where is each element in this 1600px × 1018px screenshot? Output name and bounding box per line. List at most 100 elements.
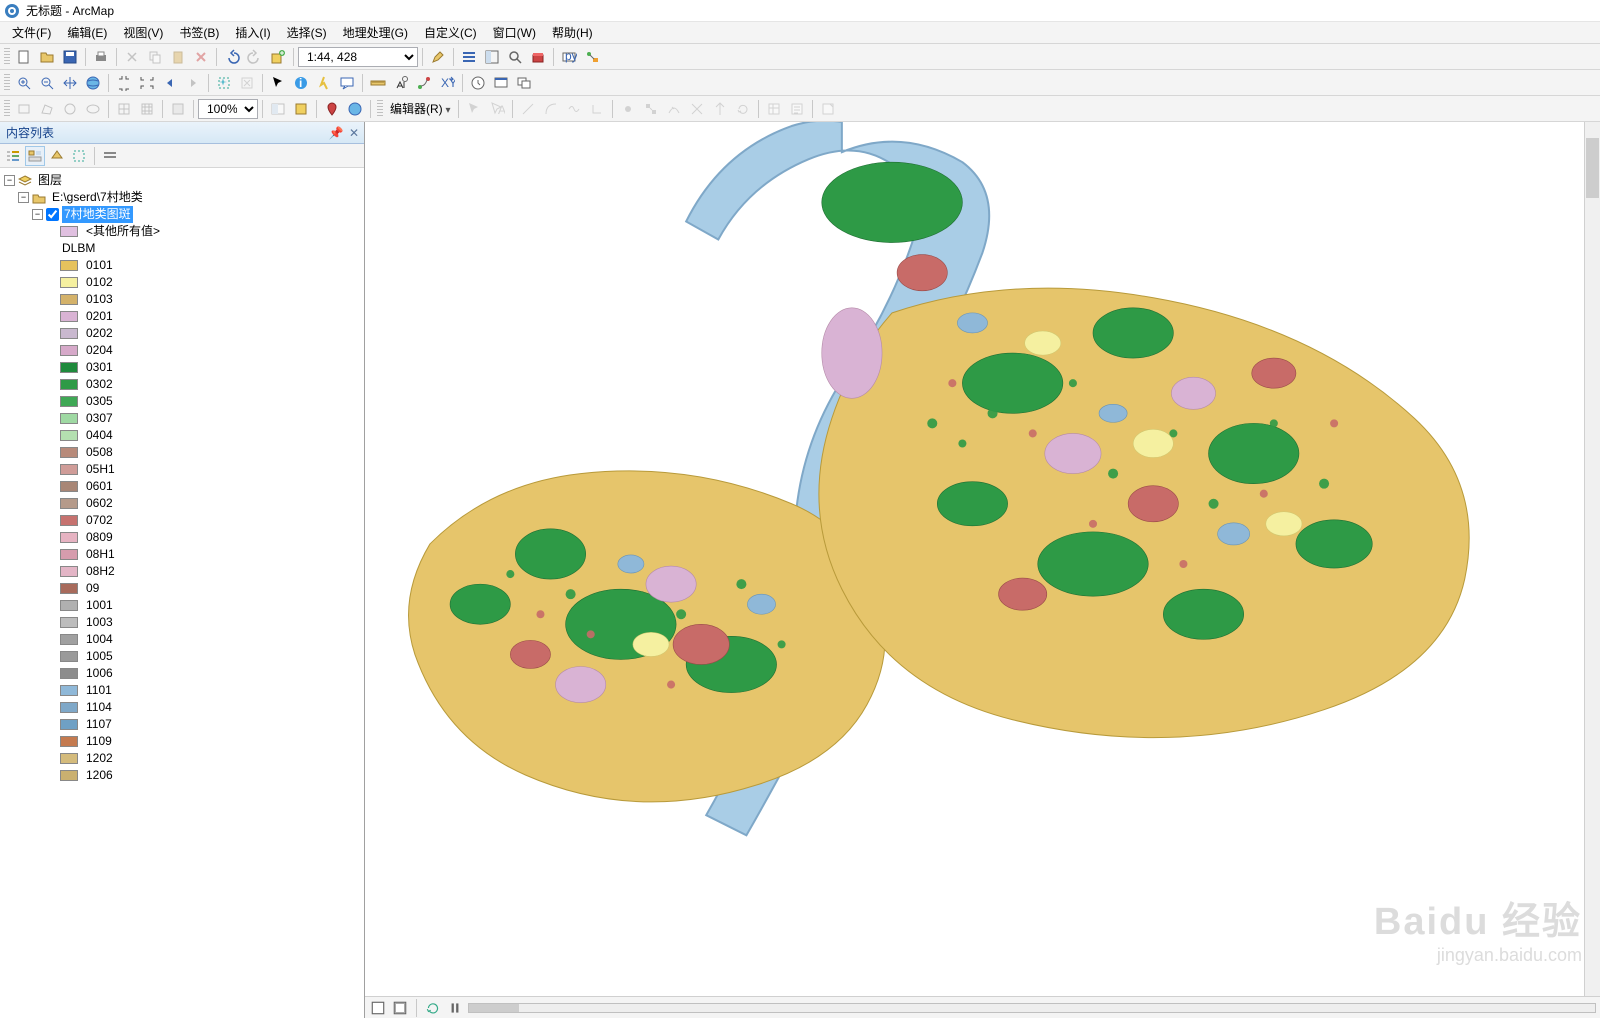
rotate-button[interactable] xyxy=(732,98,754,120)
legend-item[interactable]: 08H2 xyxy=(2,563,362,580)
legend-item[interactable]: 0601 xyxy=(2,478,362,495)
legend-item[interactable]: 0102 xyxy=(2,274,362,291)
delete-button[interactable] xyxy=(190,46,212,68)
toc-tree[interactable]: − 图层 − E:\gserd\7村地类 − 7村地类图斑 <其他所有值> DL… xyxy=(0,168,364,1018)
menu-help[interactable]: 帮助(H) xyxy=(544,22,601,43)
pin-icon[interactable]: 📌 xyxy=(328,125,344,141)
select-features-button[interactable] xyxy=(213,72,235,94)
legend-item[interactable]: 0508 xyxy=(2,444,362,461)
full-extent-button[interactable] xyxy=(82,72,104,94)
swipe-button[interactable] xyxy=(267,98,289,120)
collapse-icon[interactable]: − xyxy=(32,209,43,220)
legend-item[interactable]: 1001 xyxy=(2,597,362,614)
zoom-in-button[interactable] xyxy=(13,72,35,94)
list-by-visibility-button[interactable] xyxy=(47,146,67,166)
go-to-xy-button[interactable]: XY xyxy=(436,72,458,94)
right-angle-button[interactable] xyxy=(586,98,608,120)
legend-label[interactable]: 1003 xyxy=(84,614,115,631)
paste-button[interactable] xyxy=(167,46,189,68)
legend-label[interactable]: 0702 xyxy=(84,512,115,529)
draw-circle-button[interactable] xyxy=(59,98,81,120)
effects-layer-button[interactable] xyxy=(167,98,189,120)
zoom-out-button[interactable] xyxy=(36,72,58,94)
world-button[interactable] xyxy=(344,98,366,120)
legend-item[interactable]: 1104 xyxy=(2,699,362,716)
legend-item[interactable]: 0305 xyxy=(2,393,362,410)
toolbar-grip[interactable] xyxy=(4,48,10,66)
data-view-button[interactable] xyxy=(369,999,387,1017)
grid2-button[interactable] xyxy=(136,98,158,120)
legend-item[interactable]: 1107 xyxy=(2,716,362,733)
legend-item[interactable]: 0809 xyxy=(2,529,362,546)
select-elements-button[interactable] xyxy=(267,72,289,94)
edit-tool-button[interactable] xyxy=(463,98,485,120)
grid-button[interactable] xyxy=(113,98,135,120)
legend-label[interactable]: 0508 xyxy=(84,444,115,461)
legend-label[interactable]: 05H1 xyxy=(84,461,117,478)
list-by-drawing-order-button[interactable] xyxy=(3,146,23,166)
legend-label[interactable]: 0809 xyxy=(84,529,115,546)
open-button[interactable] xyxy=(36,46,58,68)
menu-geoprocessing[interactable]: 地理处理(G) xyxy=(335,22,416,43)
legend-item[interactable]: 0301 xyxy=(2,359,362,376)
toolbar-grip[interactable] xyxy=(4,100,10,118)
map-scrollbar-horizontal[interactable] xyxy=(468,1003,1596,1013)
menu-edit[interactable]: 编辑(E) xyxy=(59,22,115,43)
new-button[interactable] xyxy=(13,46,35,68)
legend-item[interactable]: 0602 xyxy=(2,495,362,512)
legend-label[interactable]: 1101 xyxy=(84,682,114,699)
legend-label[interactable]: 0101 xyxy=(84,257,115,274)
layer-label[interactable]: 7村地类图斑 xyxy=(62,206,133,223)
editor-menu[interactable]: 编辑器(R) xyxy=(386,100,454,117)
legend-item[interactable]: 1006 xyxy=(2,665,362,682)
legend-label[interactable]: 1202 xyxy=(84,750,115,767)
copy-button[interactable] xyxy=(144,46,166,68)
catalog-button[interactable] xyxy=(481,46,503,68)
editor-toolbar-button[interactable] xyxy=(427,46,449,68)
legend-label[interactable]: 1206 xyxy=(84,767,115,784)
edit-annotation-button[interactable]: A xyxy=(486,98,508,120)
menu-customize[interactable]: 自定义(C) xyxy=(416,22,485,43)
legend-label[interactable]: 1005 xyxy=(84,648,115,665)
hyperlink-button[interactable] xyxy=(313,72,335,94)
find-route-button[interactable] xyxy=(413,72,435,94)
cut-polygons-button[interactable] xyxy=(686,98,708,120)
tree-group[interactable]: − E:\gserd\7村地类 xyxy=(2,189,362,206)
legend-label[interactable]: 0204 xyxy=(84,342,115,359)
legend-label[interactable]: 0301 xyxy=(84,359,115,376)
clear-selection-button[interactable] xyxy=(236,72,258,94)
refresh-button[interactable] xyxy=(424,999,442,1017)
scale-combo[interactable]: 1:44, 428 xyxy=(298,47,418,67)
legend-item[interactable]: 0202 xyxy=(2,325,362,342)
fixed-zoom-out-button[interactable] xyxy=(136,72,158,94)
tree-root[interactable]: − 图层 xyxy=(2,172,362,189)
legend-item[interactable]: 1202 xyxy=(2,750,362,767)
legend-label[interactable]: 08H1 xyxy=(84,546,117,563)
menu-select[interactable]: 选择(S) xyxy=(279,22,335,43)
menu-insert[interactable]: 插入(I) xyxy=(227,22,278,43)
pan-button[interactable] xyxy=(59,72,81,94)
toolbar-grip[interactable] xyxy=(4,74,10,92)
html-popup-button[interactable] xyxy=(336,72,358,94)
collapse-icon[interactable]: − xyxy=(18,192,29,203)
create-viewer-button[interactable] xyxy=(490,72,512,94)
root-label[interactable]: 图层 xyxy=(36,172,64,189)
redo-button[interactable] xyxy=(244,46,266,68)
menu-window[interactable]: 窗口(W) xyxy=(485,22,544,43)
legend-item[interactable]: 1206 xyxy=(2,767,362,784)
point-button[interactable] xyxy=(617,98,639,120)
draw-ellipse-button[interactable] xyxy=(82,98,104,120)
legend-label[interactable]: 1104 xyxy=(84,699,114,716)
flicker-button[interactable] xyxy=(290,98,312,120)
menu-view[interactable]: 视图(V) xyxy=(115,22,171,43)
split-button[interactable] xyxy=(709,98,731,120)
transparency-combo[interactable]: 100% xyxy=(198,99,258,119)
undo-button[interactable] xyxy=(221,46,243,68)
add-data-button[interactable] xyxy=(267,46,289,68)
print-button[interactable] xyxy=(90,46,112,68)
options-button[interactable] xyxy=(100,146,120,166)
measure-button[interactable] xyxy=(367,72,389,94)
pause-drawing-button[interactable] xyxy=(446,999,464,1017)
legend-item[interactable]: 1004 xyxy=(2,631,362,648)
map-scrollbar-vertical[interactable] xyxy=(1584,122,1600,996)
